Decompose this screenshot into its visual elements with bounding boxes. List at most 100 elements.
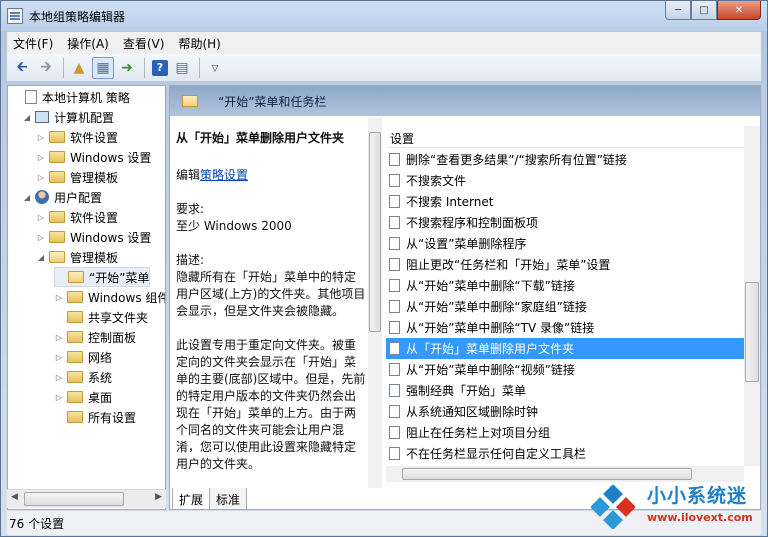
description-body-2: 此设置专用于重定向文件夹。被重定向的文件夹会显示在「开始」菜单的主要(底部)区域… — [176, 338, 366, 471]
expand-toggle-icon[interactable]: ▷ — [36, 213, 46, 222]
menu-file[interactable]: 文件(F) — [13, 35, 53, 52]
setting-row[interactable]: 从系统通知区域删除时钟 — [386, 401, 744, 422]
expand-toggle-icon[interactable]: ▷ — [36, 153, 46, 162]
expand-toggle-icon[interactable]: ◢ — [36, 253, 46, 262]
menu-view[interactable]: 查看(V) — [123, 35, 165, 52]
setting-row[interactable]: 从“开始”菜单中删除“下载”链接 — [386, 275, 744, 296]
category-title: “开始”菜单和任务栏 — [218, 94, 327, 109]
details-pane: “开始”菜单和任务栏 从「开始」菜单删除用户文件夹 编辑策略设置 要求: 至少 W… — [169, 85, 761, 510]
tree-item-label: 本地计算机 策略 — [42, 90, 130, 105]
setting-row[interactable]: 不搜索文件 — [386, 170, 744, 191]
tree-item-label: 系统 — [88, 370, 113, 385]
help-icon[interactable]: ? — [152, 59, 168, 76]
forward-arrow-icon[interactable]: 🡲 — [35, 57, 57, 79]
tree-item[interactable]: ▷ 管理模板 — [36, 167, 118, 187]
expand-toggle-icon[interactable]: ▷ — [54, 393, 64, 402]
tree-item[interactable]: ▷ 软件设置 — [36, 207, 118, 227]
tree-item[interactable]: 共享文件夹 — [54, 307, 148, 327]
policy-setting-icon — [389, 216, 400, 229]
folder-icon — [49, 231, 65, 243]
tab-standard[interactable]: 标准 — [209, 488, 248, 510]
close-button[interactable]: ✕ — [717, 1, 761, 20]
expand-toggle-icon[interactable]: ◢ — [22, 113, 32, 122]
tree-item[interactable]: ◢ 计算机配置 — [22, 107, 114, 127]
policy-setting-icon — [389, 258, 400, 271]
tree-horizontal-scrollbar[interactable]: ◀ ▶ — [7, 489, 166, 508]
tree-item[interactable]: ▷ 网络 — [54, 347, 112, 367]
tab-extended[interactable]: 扩展 — [172, 488, 211, 510]
tree-item[interactable]: ▷ Windows 设置 — [36, 227, 151, 247]
setting-row[interactable]: 阻止在任务栏上对项目分组 — [386, 422, 744, 443]
main-window: 本地组策略编辑器 ─ □ ✕ 文件(F) 操作(A) 查看(V) 帮助(H) 🡰… — [0, 0, 768, 537]
setting-row[interactable]: 阻止更改“任务栏和「开始」菜单”设置 — [386, 254, 744, 275]
setting-row[interactable]: 不搜索程序和控制面板项 — [386, 212, 744, 233]
description-label: 描述: — [176, 253, 205, 267]
menu-help[interactable]: 帮助(H) — [178, 35, 220, 52]
description-title: 从「开始」菜单删除用户文件夹 — [176, 131, 345, 145]
setting-row[interactable]: 不在任务栏显示任何自定义工具栏 — [386, 443, 744, 464]
expand-toggle-icon[interactable]: ▷ — [36, 133, 46, 142]
maximize-button[interactable]: □ — [691, 1, 717, 20]
folder-icon — [49, 171, 65, 183]
title-bar[interactable]: 本地组策略编辑器 ─ □ ✕ — [1, 1, 767, 31]
setting-label: 从“设置”菜单删除程序 — [406, 237, 527, 251]
setting-row[interactable]: 从“开始”菜单中删除“家庭组”链接 — [386, 296, 744, 317]
expand-toggle-icon[interactable]: ▷ — [54, 333, 64, 342]
computer-icon — [35, 111, 49, 123]
settings-column-header[interactable]: 设置 — [386, 124, 760, 148]
watermark-url: www.ilovext.com — [647, 511, 753, 524]
setting-label: 从“开始”菜单中删除“下载”链接 — [406, 279, 575, 293]
tree-item[interactable]: ▷ 控制面板 — [54, 327, 136, 347]
tree-item[interactable]: ▷ 系统 — [54, 367, 112, 387]
edit-policy-link[interactable]: 策略设置 — [200, 168, 248, 182]
expand-toggle-icon[interactable]: ▷ — [36, 233, 46, 242]
tree-item[interactable]: ▷ 桌面 — [54, 387, 112, 407]
expand-toggle-icon[interactable]: ▷ — [54, 353, 64, 362]
expand-toggle-icon[interactable]: ◢ — [22, 193, 32, 202]
tree-item[interactable]: 本地计算机 策略 — [12, 87, 130, 107]
setting-row[interactable]: 从“设置”菜单删除程序 — [386, 233, 744, 254]
expand-toggle-icon[interactable]: ▷ — [36, 173, 46, 182]
properties-icon[interactable]: ▤ — [171, 57, 193, 79]
up-folder-icon[interactable]: ▲ — [68, 57, 90, 79]
export-list-icon[interactable]: ➜ — [116, 57, 138, 79]
minimize-button[interactable]: ─ — [665, 1, 691, 20]
expand-toggle-icon[interactable]: ▷ — [54, 373, 64, 382]
category-header: “开始”菜单和任务栏 — [170, 86, 760, 116]
back-arrow-icon[interactable]: 🡰 — [11, 57, 33, 79]
tree-item[interactable]: ◢ 管理模板 — [36, 247, 118, 267]
filter-icon[interactable]: ▿ — [204, 57, 226, 79]
tree-item[interactable]: ▷ 软件设置 — [36, 127, 118, 147]
description-scrollbar[interactable] — [368, 118, 382, 488]
status-text: 76 个设置 — [9, 516, 65, 531]
tree-item[interactable]: ▷ Windows 组件 — [54, 287, 165, 307]
menu-action[interactable]: 操作(A) — [67, 35, 109, 52]
setting-row[interactable]: 从“开始”菜单中删除“TV 录像”链接 — [386, 317, 744, 338]
setting-label: 从“开始”菜单中删除“家庭组”链接 — [406, 300, 587, 314]
setting-row[interactable]: 强制经典「开始」菜单 — [386, 380, 744, 401]
setting-row[interactable]: 从“开始”菜单中删除“视频”链接 — [386, 359, 744, 380]
policy-setting-icon — [389, 426, 400, 439]
tree-item[interactable]: ◢ 用户配置 — [22, 187, 102, 207]
tree-item-label: 共享文件夹 — [88, 310, 149, 325]
expand-toggle-icon[interactable]: ▷ — [54, 293, 64, 302]
tree-item[interactable]: 所有设置 — [54, 407, 136, 427]
tree-item-label: 软件设置 — [70, 130, 119, 145]
folder-icon — [49, 151, 65, 163]
show-tree-icon[interactable]: ▦ — [92, 56, 114, 79]
setting-label: 从「开始」菜单删除用户文件夹 — [406, 342, 575, 356]
policy-setting-icon — [389, 237, 400, 250]
settings-vertical-scrollbar[interactable] — [744, 126, 760, 466]
policy-setting-icon — [389, 300, 400, 313]
tree-item[interactable]: “开始”菜单 — [54, 267, 151, 287]
setting-label: 不搜索 Internet — [406, 195, 494, 209]
setting-row[interactable]: 删除“查看更多结果”/“搜索所有位置”链接 — [386, 149, 744, 170]
setting-row[interactable]: 从「开始」菜单删除用户文件夹 — [386, 338, 744, 359]
tree-item-label: Windows 设置 — [70, 230, 152, 245]
policy-setting-icon — [389, 363, 400, 376]
setting-row[interactable]: 不搜索 Internet — [386, 191, 744, 212]
tree-item-label: 网络 — [88, 350, 113, 365]
setting-label: 阻止在任务栏上对项目分组 — [406, 426, 551, 440]
setting-label: 不在任务栏显示任何自定义工具栏 — [406, 447, 587, 461]
tree-item[interactable]: ▷ Windows 设置 — [36, 147, 151, 167]
